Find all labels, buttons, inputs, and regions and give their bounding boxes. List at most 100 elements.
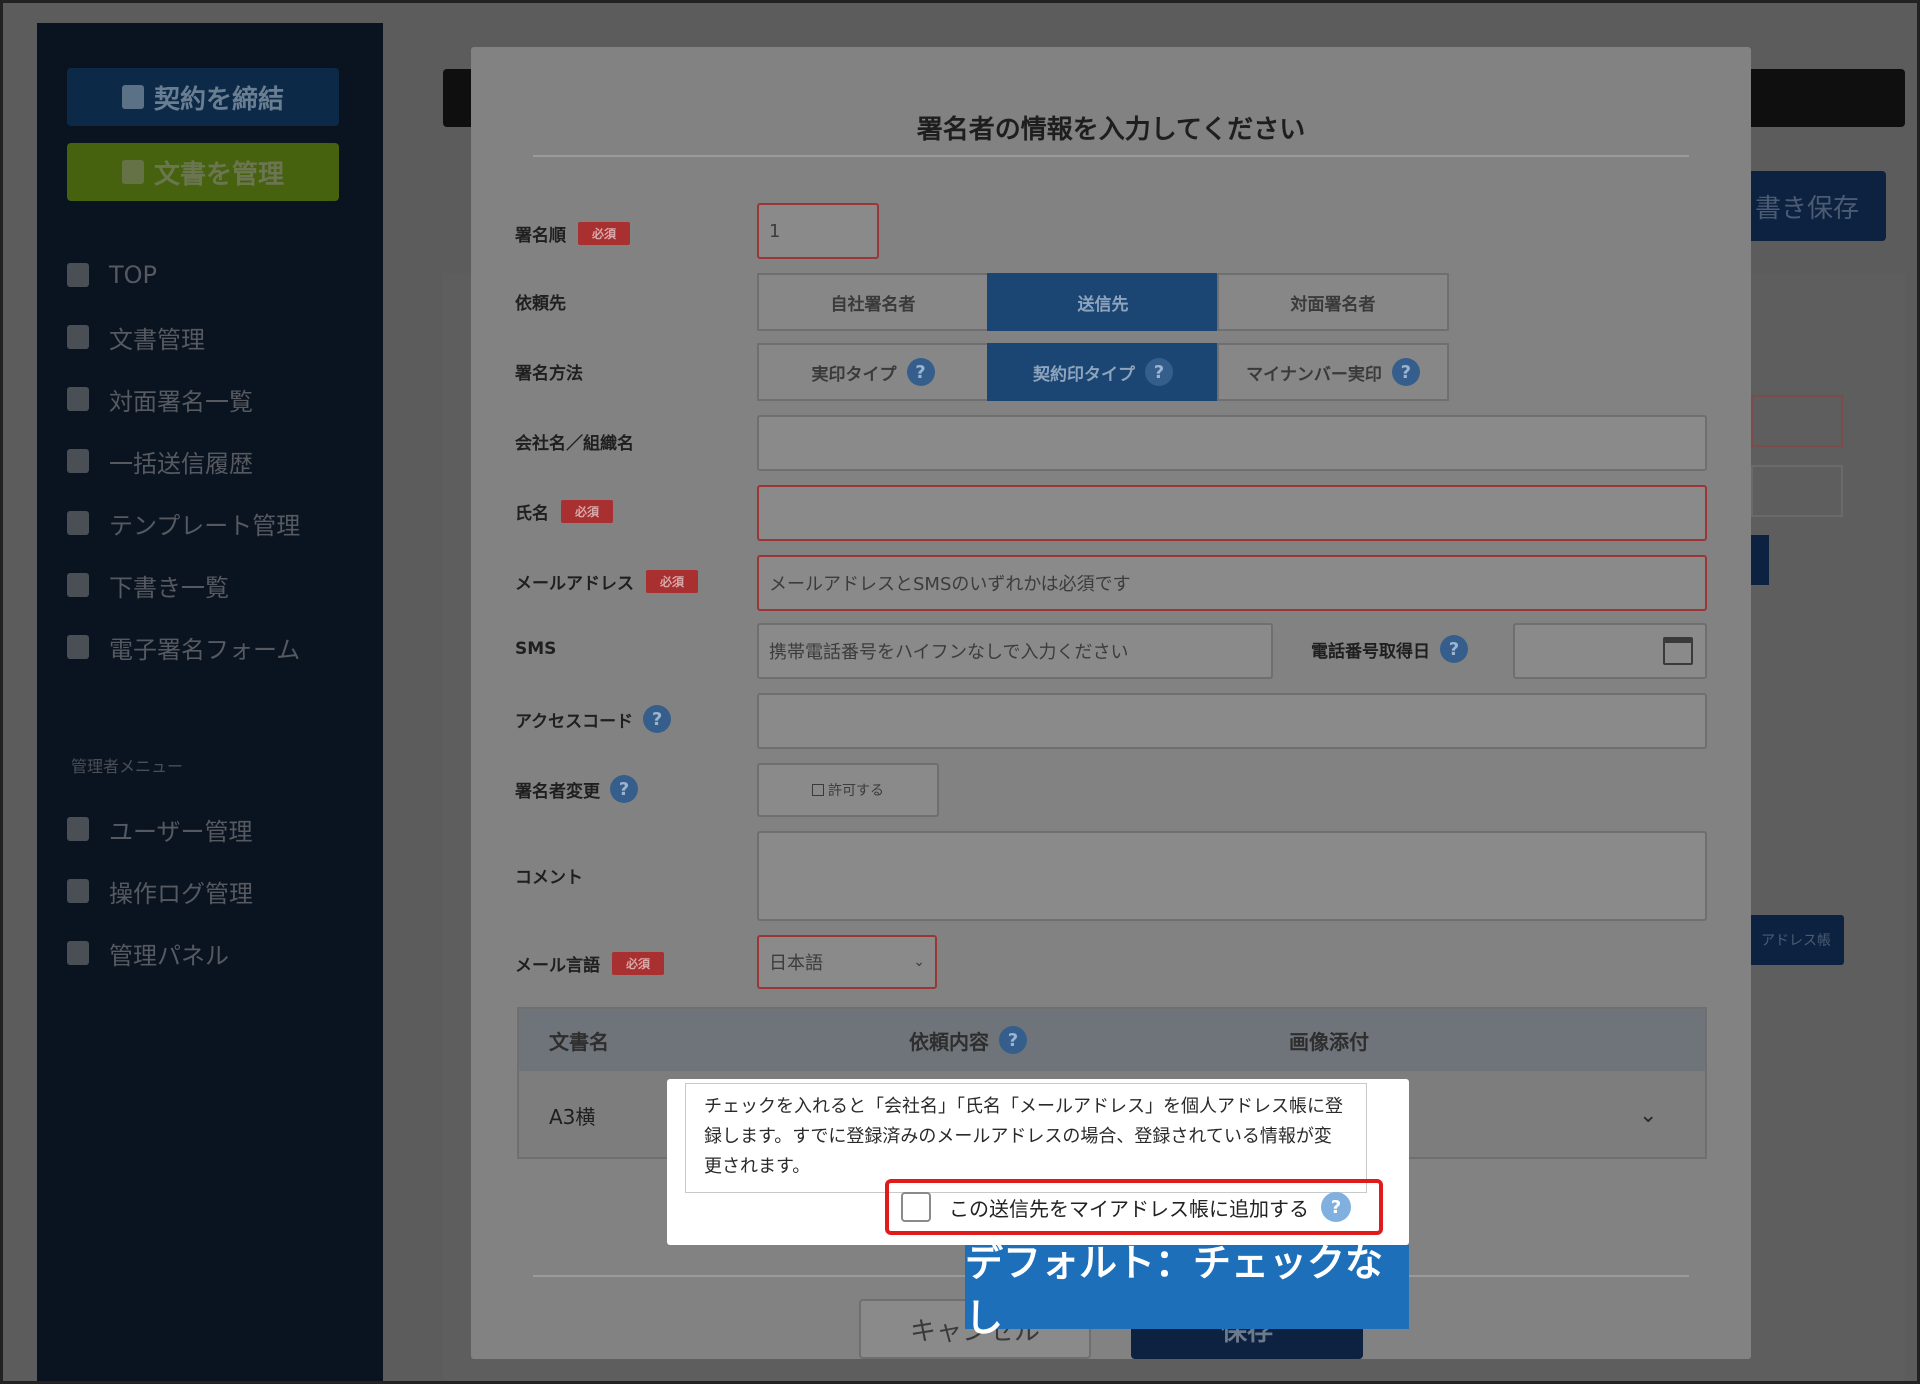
option-label: 実印タイプ: [811, 364, 897, 385]
label-text: 署名者変更: [515, 781, 600, 802]
address-book-button[interactable]: アドレス帳: [1748, 915, 1844, 965]
sidebar-item-label: TOP: [109, 261, 158, 289]
help-icon[interactable]: ?: [643, 705, 672, 733]
help-icon[interactable]: ?: [1321, 1192, 1351, 1222]
comment-textarea[interactable]: [757, 831, 1707, 921]
sidebar-item-drafts[interactable]: 下書き一覧: [67, 565, 229, 605]
required-badge: 必須: [612, 951, 665, 975]
calendar-icon[interactable]: [1663, 637, 1693, 665]
sidebar-item-label: ユーザー管理: [109, 817, 253, 846]
screenshot-frame: 契約を締結 文書を管理 TOP 文書管理 対面署名一覧 一括送信履歴 テンプレー…: [0, 0, 1920, 1384]
user-icon: [67, 817, 89, 841]
add-to-address-book-checkbox[interactable]: [901, 1192, 931, 1222]
option-label: 契約印タイプ: [1033, 364, 1135, 385]
signing-method-option-mynumber[interactable]: マイナンバー実印 ?: [1217, 343, 1449, 401]
help-icon[interactable]: ?: [610, 775, 638, 803]
required-badge: 必須: [561, 499, 614, 523]
request-to-option-face-to-face[interactable]: 対面署名者: [1217, 273, 1449, 331]
signing-method-segment: 実印タイプ ? 契約印タイプ ? マイナンバー実印 ?: [757, 343, 1449, 401]
request-to-option-internal[interactable]: 自社署名者: [757, 273, 989, 331]
checkbox-label: 許可する: [828, 783, 884, 799]
log-icon: [67, 879, 89, 903]
label-text: 氏名: [515, 503, 549, 524]
label-text: 署名順: [515, 225, 566, 246]
sidebar-item-label: 電子署名フォーム: [109, 635, 301, 664]
signer-change-label: 署名者変更 ?: [515, 769, 638, 809]
link-icon: [67, 635, 89, 659]
sidebar-item-label: テンプレート管理: [109, 511, 301, 540]
sidebar-item-label: 管理パネル: [109, 941, 229, 970]
popup-description: チェックを入れると「会社名」「氏名「メールアドレス」を個人アドレス帳に登録します…: [685, 1083, 1367, 1193]
home-icon: [67, 263, 89, 287]
phone-date-input[interactable]: [1513, 623, 1707, 679]
background-field: [1751, 465, 1843, 517]
sidebar-item-users[interactable]: ユーザー管理: [67, 809, 253, 849]
signing-method-option-jitsuin[interactable]: 実印タイプ ?: [757, 343, 989, 401]
sidebar-item-top[interactable]: TOP: [67, 255, 157, 295]
send-icon: [67, 449, 89, 473]
checkbox-icon: [812, 784, 824, 796]
chevron-down-icon: ⌄: [913, 954, 925, 970]
email-input[interactable]: メールアドレスとSMSのいずれかは必須です: [757, 555, 1707, 611]
chevron-down-icon[interactable]: ⌄: [1639, 1103, 1657, 1128]
help-icon[interactable]: ?: [1440, 635, 1468, 663]
help-icon[interactable]: ?: [999, 1026, 1027, 1054]
request-to-segment: 自社署名者 送信先 対面署名者: [757, 273, 1449, 331]
default-annotation-badge: デフォルト：チェックなし: [965, 1241, 1409, 1340]
sidebar-item-admin-panel[interactable]: 管理パネル: [67, 933, 229, 973]
comment-label: コメント: [515, 867, 583, 888]
label-text: アクセスコード: [515, 711, 634, 732]
background-button: [1751, 535, 1769, 585]
sidebar-item-documents[interactable]: 文書管理: [67, 317, 205, 357]
email-label: メールアドレス 必須: [515, 561, 699, 601]
sidebar-item-bulk-history[interactable]: 一括送信履歴: [67, 441, 253, 481]
label-text: メールアドレス: [515, 573, 634, 594]
signing-method-option-keiyakuin[interactable]: 契約印タイプ ?: [987, 343, 1219, 401]
signing-order-input[interactable]: 1: [757, 203, 879, 259]
table-header: 文書名 依頼内容 ? 画像添付: [519, 1009, 1705, 1071]
file-icon: [67, 325, 89, 349]
access-code-input[interactable]: [757, 693, 1707, 749]
modal-title: 署名者の情報を入力してください: [916, 115, 1306, 145]
required-badge: 必須: [578, 221, 631, 245]
company-input[interactable]: [757, 415, 1707, 471]
admin-icon: [67, 941, 89, 965]
sms-label: SMS: [515, 639, 557, 659]
address-book-checkbox-highlight[interactable]: この送信先をマイアドレス帳に追加する ?: [885, 1179, 1383, 1235]
label-text: 電話番号取得日: [1311, 641, 1430, 662]
sms-input[interactable]: 携帯電話番号をハイフンなしで入力ください: [757, 623, 1273, 679]
label-text: メール言語: [515, 955, 600, 976]
sidebar-item-face-to-face[interactable]: 対面署名一覧: [67, 379, 253, 419]
sidebar-item-label: 一括送信履歴: [109, 449, 253, 478]
signing-order-label: 署名順 必須: [515, 213, 631, 253]
request-to-label: 依頼先: [515, 293, 566, 314]
signer-change-toggle[interactable]: 許可する: [757, 763, 939, 817]
column-header: 文書名: [549, 1029, 609, 1054]
name-input[interactable]: [757, 485, 1707, 541]
help-icon[interactable]: ?: [906, 358, 935, 386]
request-to-option-recipient[interactable]: 送信先: [987, 273, 1219, 331]
required-badge: 必須: [646, 569, 699, 593]
sidebar-item-signature-form[interactable]: 電子署名フォーム: [67, 627, 300, 667]
background-field: [1751, 395, 1843, 447]
mail-language-select[interactable]: 日本語 ⌄: [757, 935, 937, 989]
draft-icon: [67, 573, 89, 597]
save-draft-button[interactable]: 書き保存: [1728, 171, 1886, 241]
column-header: 画像添付: [1289, 1029, 1369, 1054]
docs-button[interactable]: 文書を管理: [67, 143, 339, 201]
name-label: 氏名 必須: [515, 491, 614, 531]
contract-button[interactable]: 契約を締結: [67, 68, 339, 126]
sidebar-item-label: 操作ログ管理: [109, 879, 253, 908]
people-icon: [67, 387, 89, 411]
sidebar-item-label: 対面署名一覧: [109, 387, 253, 416]
column-header-text: 依頼内容: [909, 1029, 989, 1054]
sidebar-item-logs[interactable]: 操作ログ管理: [67, 871, 253, 911]
option-label: マイナンバー実印: [1246, 364, 1382, 385]
help-icon[interactable]: ?: [1145, 358, 1173, 386]
divider: [533, 155, 1689, 157]
contract-button-label: 契約を締結: [153, 84, 284, 115]
admin-menu-label: 管理者メニュー: [71, 757, 184, 776]
template-icon: [67, 511, 89, 535]
help-icon[interactable]: ?: [1391, 358, 1420, 386]
sidebar-item-templates[interactable]: テンプレート管理: [67, 503, 300, 543]
